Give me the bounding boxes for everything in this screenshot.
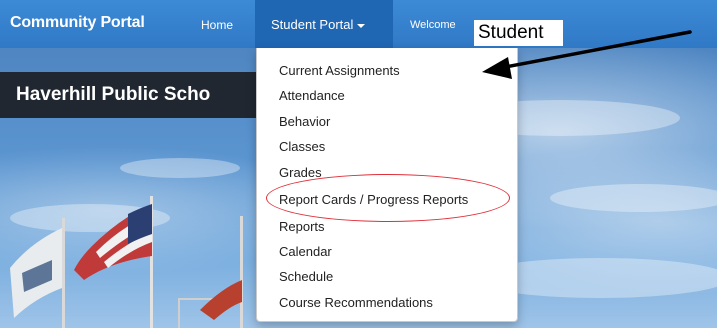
- annotation-arrow: [482, 30, 692, 79]
